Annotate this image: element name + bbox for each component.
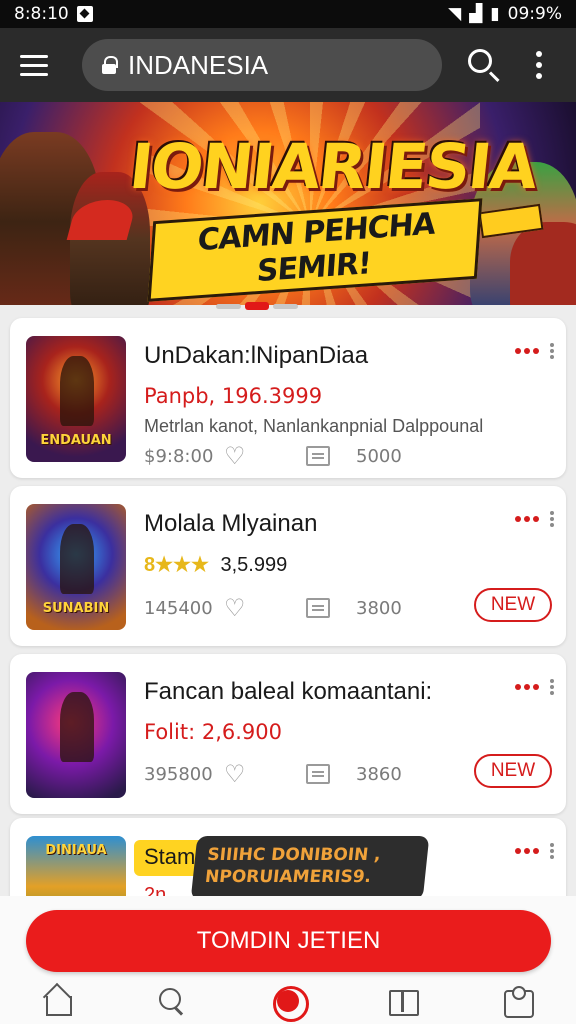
game-thumbnail: ENDAUAN (26, 336, 126, 462)
red-dot (524, 516, 530, 522)
rating-stars: 8★★★ (144, 554, 209, 576)
red-dot (515, 684, 521, 690)
kebab-icon (550, 349, 554, 353)
menu-icon-line (20, 63, 48, 67)
red-dot (515, 516, 521, 522)
menu-icon-line (20, 54, 48, 58)
red-dot (524, 348, 530, 354)
red-dot (533, 348, 539, 354)
home-icon[interactable] (38, 984, 78, 1020)
game-thumbnail: SUNABIN (26, 504, 126, 630)
red-dot (533, 848, 539, 854)
game-rating: 8★★★ 3,5.999 (144, 552, 287, 577)
document-icon[interactable] (306, 598, 330, 618)
game-meta: 395800 (144, 764, 213, 785)
card-more-button[interactable] (515, 516, 554, 522)
banner-hero-figure (510, 222, 576, 305)
heart-icon[interactable] (224, 594, 246, 622)
red-dot (524, 684, 530, 690)
thumbnail-caption: DINIAUA (45, 843, 107, 858)
menu-button[interactable] (20, 48, 54, 82)
game-description: Metrlan kanot, Nanlankanpnial Dalppounal (144, 416, 484, 436)
thumbnail-figure (60, 692, 94, 762)
document-icon[interactable] (306, 764, 330, 784)
search-input-value: INDANESIA (128, 49, 269, 80)
record-icon[interactable] (268, 984, 309, 1022)
search-icon[interactable] (153, 984, 193, 1020)
banner-title: IONIARIESIA (126, 130, 540, 203)
kebab-icon (550, 517, 554, 521)
game-count: 5000 (356, 446, 402, 467)
card-more-button[interactable] (515, 348, 554, 354)
thumbnail-caption: SUNABIN (42, 601, 110, 617)
carousel-dot-active[interactable] (244, 302, 270, 310)
notification-icon (76, 6, 93, 22)
red-dot (524, 848, 530, 854)
search-icon-handle (488, 71, 500, 83)
heart-icon[interactable] (224, 442, 246, 470)
game-count: 3800 (356, 598, 402, 619)
card-more-button[interactable] (515, 684, 554, 690)
overflow-menu-button[interactable] (536, 51, 542, 79)
more-icon-dot (536, 51, 542, 57)
status-time: 8:8:10 (14, 4, 69, 24)
red-dot (533, 684, 539, 690)
thumbnail-figure (60, 356, 94, 426)
signal-icon: ▟ (469, 4, 483, 24)
red-dot (533, 516, 539, 522)
bottom-panel: TOMDIN JETIEN (0, 896, 576, 1024)
rating-value: 3,5.999 (220, 554, 288, 576)
game-title: Molala Mlyainan (144, 510, 318, 537)
new-badge[interactable]: NEW (474, 588, 552, 622)
kebab-icon (550, 685, 554, 689)
heart-icon[interactable] (224, 760, 246, 788)
lock-icon (102, 56, 118, 74)
game-list: ENDAUAN UnDakan:lNipanDiaa Panpb, 196.39… (0, 310, 576, 900)
more-icon-dot (536, 62, 542, 68)
cta-button[interactable]: TOMDIN JETIEN (26, 910, 551, 972)
card-more-button[interactable] (515, 848, 554, 854)
promo-banner[interactable]: IONIARIESIA CAMN PEHCHA SEMIR! (0, 102, 576, 305)
thumbnail-figure (60, 524, 94, 594)
status-bar: 8:8:10 ◥ ▟ ▮ 09:9% (0, 0, 576, 28)
carousel-indicator (216, 302, 299, 310)
game-price: Folit: 2,6.900 (144, 720, 282, 744)
game-thumbnail: DINIAUA (26, 836, 126, 900)
search-input[interactable]: INDANESIA (82, 39, 442, 91)
kebab-icon (550, 849, 554, 853)
search-icon (468, 49, 492, 73)
menu-icon-line (20, 72, 48, 76)
more-icon-dot (536, 73, 542, 79)
search-button[interactable] (466, 47, 502, 83)
game-price: Panpb, 196.3999 (144, 384, 323, 408)
red-dot (515, 848, 521, 854)
game-title: UnDakan:lNipanDiaa (144, 342, 369, 369)
game-card[interactable]: DINIAUA Stam 2n SIIIHC DONIBOIN , NPORUI… (10, 818, 566, 900)
new-badge[interactable]: NEW (474, 754, 552, 788)
app-bar: INDANESIA (0, 28, 576, 102)
wifi-icon: ◥ (448, 4, 462, 24)
game-meta: $9:8:00 (144, 446, 214, 467)
game-card[interactable]: SUNABIN Molala Mlyainan 8★★★ 3,5.999 145… (10, 486, 566, 646)
red-dot (515, 348, 521, 354)
game-thumbnail (26, 672, 126, 798)
game-title: Fancan baleal komaantani: (144, 678, 433, 705)
game-card[interactable]: ENDAUAN UnDakan:lNipanDiaa Panpb, 196.39… (10, 318, 566, 478)
game-count: 3860 (356, 764, 402, 785)
battery-icon: ▮ (490, 4, 500, 24)
document-icon[interactable] (306, 446, 330, 466)
carousel-dot[interactable] (216, 303, 241, 309)
game-card[interactable]: Fancan baleal komaantani: Folit: 2,6.900… (10, 654, 566, 814)
thumbnail-caption: ENDAUAN (40, 433, 112, 449)
tooltip: SIIIHC DONIBOIN , NPORUIAMERIS9. (190, 836, 430, 900)
battery-level: 09:9% (507, 4, 562, 24)
puzzle-icon[interactable] (498, 984, 538, 1020)
bottom-nav (0, 980, 576, 1024)
book-icon[interactable] (383, 984, 423, 1020)
carousel-dot[interactable] (273, 303, 299, 309)
game-meta: 145400 (144, 598, 213, 619)
